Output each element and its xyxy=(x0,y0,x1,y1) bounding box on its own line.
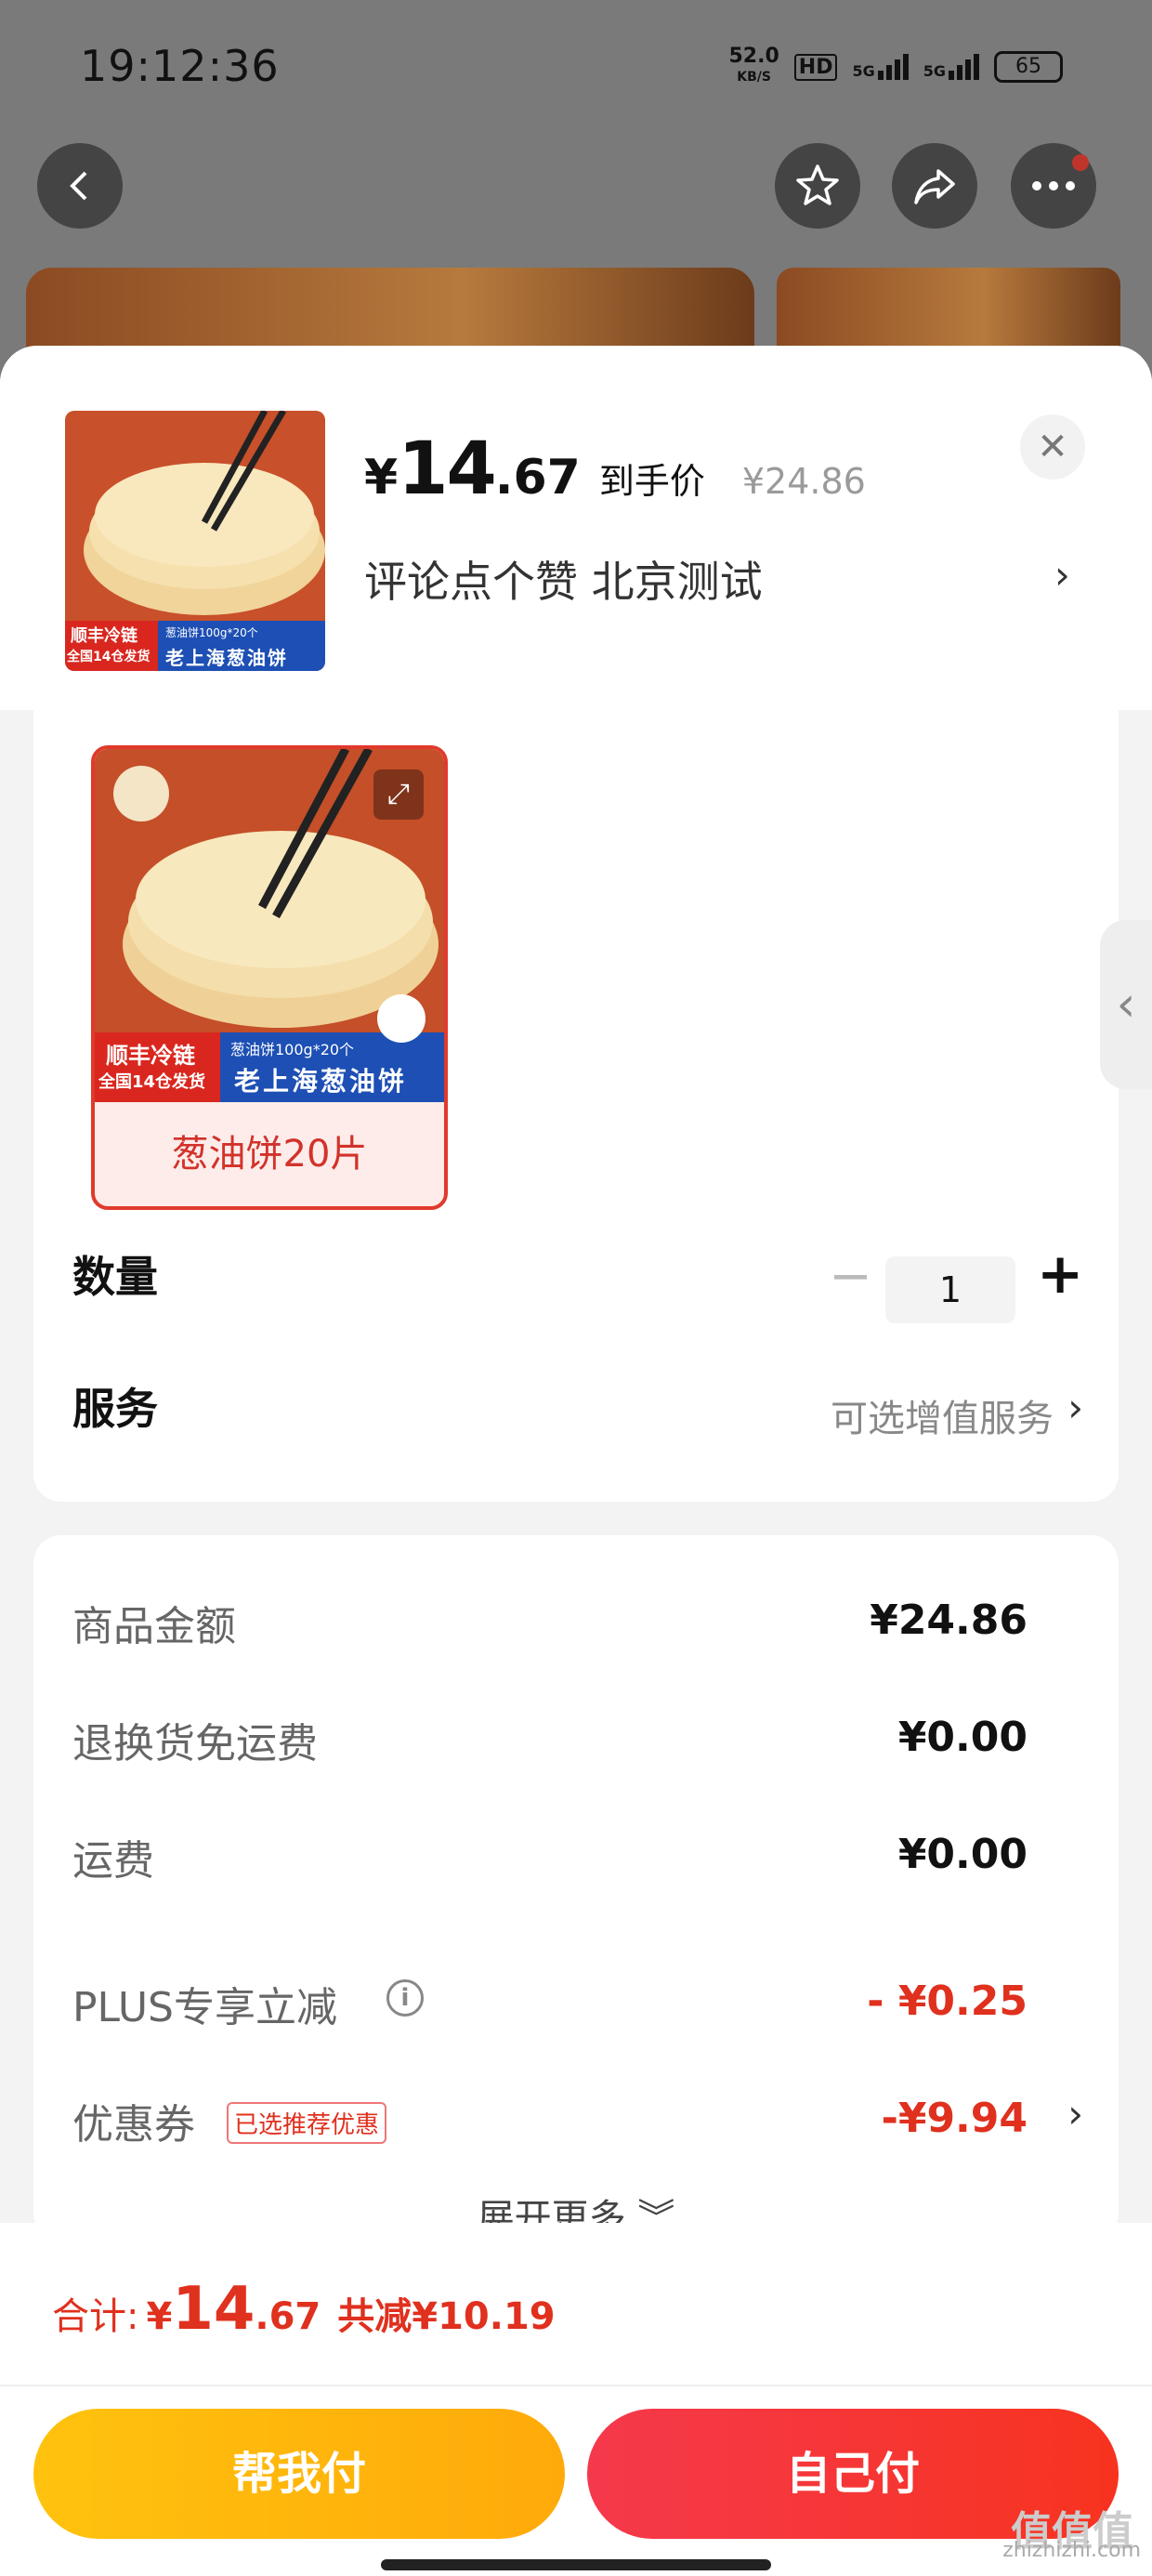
notify-dot xyxy=(1072,154,1089,171)
thumb-text: 顺丰冷链 xyxy=(71,626,137,646)
fee-coupon-label: 优惠券 xyxy=(72,2101,195,2149)
price-integer: 14 xyxy=(398,427,497,511)
signal-5g-icon-2: 5G xyxy=(923,54,979,80)
side-drawer-handle[interactable]: ‹ xyxy=(1100,920,1152,1089)
star-icon[interactable] xyxy=(775,143,860,229)
total-saved: 共减¥10.19 xyxy=(337,2295,556,2338)
variant-option-selected[interactable]: 顺丰冷链 全国14仓发货 葱油饼100g*20个 老上海葱油饼 ⤢ 葱油饼20片 xyxy=(91,745,448,1210)
fee-goods-value: ¥24.86 xyxy=(870,1597,1028,1644)
fee-return-value: ¥0.00 xyxy=(897,1714,1028,1761)
price-decimal: .67 xyxy=(494,450,581,506)
fee-goods-label: 商品金额 xyxy=(72,1603,236,1650)
fee-shipping-label: 运费 xyxy=(72,1837,154,1885)
divider xyxy=(0,2385,1152,2386)
fee-coupon-value[interactable]: -¥9.94 xyxy=(882,2095,1028,2142)
total-decimal: .67 xyxy=(255,2295,321,2338)
variant-img-text: 顺丰冷链 xyxy=(106,1043,195,1069)
variant-img-text: 老上海葱油饼 xyxy=(234,1066,408,1097)
status-bar: 19:12:36 52.0 KB/S HD 5G 5G 65 xyxy=(0,0,1152,139)
battery-icon: 65 xyxy=(994,51,1063,83)
info-icon[interactable]: i xyxy=(386,1979,424,2017)
price-tag: 到手价 xyxy=(598,461,705,502)
signal-5g-icon: 5G xyxy=(852,54,909,80)
total-currency: ¥ xyxy=(146,2295,173,2338)
more-icon[interactable] xyxy=(1011,143,1096,229)
close-icon[interactable]: ✕ xyxy=(1020,414,1085,480)
fee-plus-label: PLUS专享立减 xyxy=(72,1984,337,2031)
product-thumbnail[interactable]: 顺丰冷链 全国14仓发货 葱油饼100g*20个 老上海葱油饼 xyxy=(65,411,325,671)
thumb-text: 老上海葱油饼 xyxy=(165,647,288,669)
delivery-address[interactable]: 评论点个赞 北京测试 xyxy=(364,548,763,610)
net-speed: 52.0 KB/S xyxy=(729,46,779,87)
service-label: 服务 xyxy=(72,1384,158,1434)
thumb-text: 全国14仓发货 xyxy=(67,650,151,664)
quantity-plus-button[interactable]: + xyxy=(1037,1242,1083,1307)
net-speed-unit: KB/S xyxy=(737,70,771,85)
total-label: 合计: xyxy=(52,2295,139,2338)
variant-label: 葱油饼20片 xyxy=(171,1133,368,1176)
chevron-right-icon[interactable]: › xyxy=(1054,552,1070,598)
home-indicator[interactable] xyxy=(381,2559,771,2570)
fee-shipping-value: ¥0.00 xyxy=(897,1831,1028,1878)
options-card: 顺丰冷链 全国14仓发货 葱油饼100g*20个 老上海葱油饼 ⤢ 葱油饼20片… xyxy=(33,710,1119,1502)
help-pay-button[interactable]: 帮我付 xyxy=(33,2409,565,2539)
price-row: ¥ 14 .67 到手价 ¥24.86 xyxy=(364,427,866,511)
quantity-label: 数量 xyxy=(72,1252,158,1302)
thumb-text: 葱油饼100g*20个 xyxy=(165,626,258,639)
quantity-minus-button[interactable]: − xyxy=(829,1246,872,1307)
coupon-badge: 已选推荐优惠 xyxy=(227,2102,387,2144)
service-value[interactable]: 可选增值服务 xyxy=(831,1388,1054,1442)
sheet-header: 顺丰冷链 全国14仓发货 葱油饼100g*20个 老上海葱油饼 ¥ 14 .67… xyxy=(0,346,1152,710)
sig1-label: 5G xyxy=(852,62,875,80)
variant-img-text: 葱油饼100g*20个 xyxy=(230,1041,355,1058)
watermark-text: zhizhizhi.com xyxy=(1002,2539,1141,2562)
expand-icon[interactable]: ⤢ xyxy=(373,769,424,820)
price-currency: ¥ xyxy=(364,450,399,506)
original-price: ¥24.86 xyxy=(741,461,866,502)
total-integer: 14 xyxy=(172,2275,255,2344)
share-icon[interactable] xyxy=(892,143,977,229)
hd-icon: HD xyxy=(793,53,838,81)
status-time: 19:12:36 xyxy=(80,41,280,91)
sig2-label: 5G xyxy=(923,62,946,80)
variant-img-text: 全国14仓发货 xyxy=(98,1072,206,1092)
back-arrow-icon[interactable] xyxy=(37,143,123,229)
fee-return-label: 退换货免运费 xyxy=(72,1720,318,1768)
quantity-input[interactable]: 1 xyxy=(885,1256,1015,1323)
net-speed-value: 52.0 xyxy=(728,45,779,68)
checkout-footer: 合计: ¥ 14 .67 共减¥10.19 帮我付 自己付 xyxy=(0,2223,1152,2576)
checkout-sheet: 顺丰冷链 全国14仓发货 葱油饼100g*20个 老上海葱油饼 ¥ 14 .67… xyxy=(0,346,1152,2576)
status-icons: 52.0 KB/S HD 5G 5G 65 xyxy=(729,46,1063,87)
fee-card: 商品金额 ¥24.86 退换货免运费 ¥0.00 运费 ¥0.00 PLUS专享… xyxy=(33,1535,1119,2241)
chevron-right-icon[interactable]: › xyxy=(1067,1385,1083,1430)
fee-plus-value: - ¥0.25 xyxy=(867,1978,1028,2025)
chevron-right-icon[interactable]: › xyxy=(1067,2091,1083,2136)
total-row: 合计: ¥ 14 .67 共减¥10.19 xyxy=(52,2275,556,2344)
